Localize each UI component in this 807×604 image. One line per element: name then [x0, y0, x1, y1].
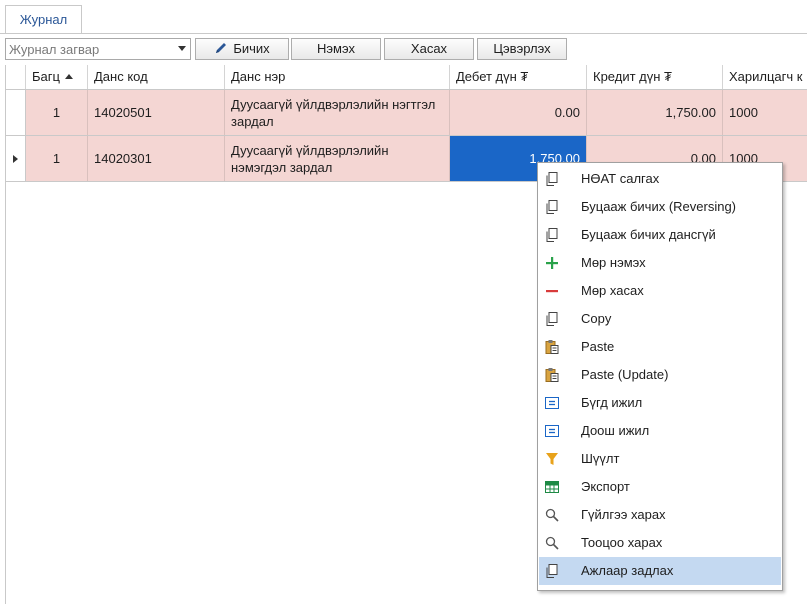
column-header-account-name[interactable]: Данс нэр: [225, 65, 450, 89]
menu-item-label: Мөр нэмэх: [581, 255, 646, 270]
menu-item-all-same[interactable]: Бүгд ижил: [539, 389, 781, 417]
copy-icon: [546, 172, 558, 186]
cell-partner[interactable]: 1000: [723, 90, 807, 135]
menu-item-label: Доош ижил: [581, 423, 650, 438]
menu-item-label: НӨАТ салгах: [581, 171, 660, 186]
menu-item-label: Гүйлгээ харах: [581, 507, 666, 522]
menu-item-copy[interactable]: Copy: [539, 305, 781, 333]
column-header-batch-label: Багц: [32, 69, 60, 84]
plus-icon: [546, 257, 558, 269]
menu-item-label: Paste: [581, 339, 615, 354]
current-row-arrow-icon: [12, 154, 18, 163]
menu-item-reversing-no-account[interactable]: Буцааж бичих дансгүй: [539, 221, 781, 249]
menu-item-add-row[interactable]: Мөр нэмэх: [539, 249, 781, 277]
paste-icon: [545, 340, 559, 354]
menu-item-split-by-job[interactable]: Ажлаар задлах: [539, 557, 781, 585]
journal-template-combo[interactable]: Журнал загвар: [5, 38, 191, 60]
context-menu: НӨАТ салгах Буцааж бичих (Reversing) Буц…: [537, 162, 783, 591]
equal-icon: [545, 425, 559, 437]
cell-batch[interactable]: 1: [26, 90, 88, 135]
write-button-label: Бичих: [233, 41, 270, 56]
excel-icon: [545, 481, 559, 493]
menu-item-label: Ажлаар задлах: [581, 563, 674, 578]
menu-item-export[interactable]: Экспорт: [539, 473, 781, 501]
menu-item-view-settlement[interactable]: Тооцоо харах: [539, 529, 781, 557]
menu-item-label: Мөр хасах: [581, 283, 644, 298]
magnifier-icon: [545, 536, 559, 550]
header-indicator: [6, 65, 26, 89]
menu-item-filter[interactable]: Шүүлт: [539, 445, 781, 473]
menu-item-label: Copy: [581, 311, 612, 326]
row-indicator[interactable]: [6, 90, 26, 135]
menu-item-label: Тооцоо харах: [581, 535, 663, 550]
column-header-partner[interactable]: Харилцагч к: [723, 65, 807, 89]
menu-item-paste-update[interactable]: Paste (Update): [539, 361, 781, 389]
column-header-batch[interactable]: Багц: [26, 65, 88, 89]
minus-icon: [546, 290, 558, 293]
clear-button[interactable]: Цэвэрлэх: [477, 38, 567, 60]
menu-item-delete-row[interactable]: Мөр хасах: [539, 277, 781, 305]
menu-item-label: Буцааж бичих (Reversing): [581, 199, 736, 214]
copy-icon: [546, 228, 558, 242]
menu-item-paste[interactable]: Paste: [539, 333, 781, 361]
cell-credit[interactable]: 1,750.00: [587, 90, 723, 135]
cell-account-code[interactable]: 14020301: [88, 136, 225, 181]
filter-icon: [546, 453, 558, 465]
menu-item-label: Бүгд ижил: [581, 395, 643, 410]
write-button[interactable]: Бичих: [195, 38, 289, 60]
journal-template-placeholder: Журнал загвар: [9, 42, 100, 57]
magnifier-icon: [545, 508, 559, 522]
menu-item-split-vat[interactable]: НӨАТ салгах: [539, 165, 781, 193]
toolbar: Журнал загвар Бичих Нэмэх Хасах Цэвэрлэх: [0, 34, 807, 64]
column-header-account-code[interactable]: Данс код: [88, 65, 225, 89]
table-row[interactable]: 1 14020501 Дуусаагүй үйлдвэрлэлийн нэгтг…: [6, 90, 807, 136]
cell-debit[interactable]: 0.00: [450, 90, 587, 135]
column-header-debit[interactable]: Дебет дүн ₮: [450, 65, 587, 89]
copy-icon: [546, 564, 558, 578]
cell-account-name[interactable]: Дуусаагүй үйлдвэрлэлийн нэмэгдэл зардал: [225, 136, 450, 181]
equal-icon: [545, 397, 559, 409]
copy-icon: [546, 200, 558, 214]
cell-batch[interactable]: 1: [26, 136, 88, 181]
menu-item-view-transactions[interactable]: Гүйлгээ харах: [539, 501, 781, 529]
menu-item-same-down[interactable]: Доош ижил: [539, 417, 781, 445]
menu-item-label: Экспорт: [581, 479, 630, 494]
paste-icon: [545, 368, 559, 382]
tab-strip: Журнал: [0, 0, 807, 34]
menu-item-label: Шүүлт: [581, 451, 620, 466]
sort-ascending-icon: [64, 74, 73, 79]
cell-account-name[interactable]: Дуусаагүй үйлдвэрлэлийн нэгтгэл зардал: [225, 90, 450, 135]
column-header-credit[interactable]: Кредит дүн ₮: [587, 65, 723, 89]
menu-item-label: Paste (Update): [581, 367, 669, 382]
menu-item-reversing[interactable]: Буцааж бичих (Reversing): [539, 193, 781, 221]
row-indicator[interactable]: [6, 136, 26, 181]
cell-account-code[interactable]: 14020501: [88, 90, 225, 135]
copy-icon: [546, 312, 558, 326]
chevron-down-icon[interactable]: [178, 46, 186, 51]
menu-item-label: Буцааж бичих дансгүй: [581, 227, 716, 242]
grid-header: Багц Данс код Данс нэр Дебет дүн ₮ Креди…: [6, 65, 807, 90]
pencil-icon: [216, 43, 227, 53]
add-button[interactable]: Нэмэх: [291, 38, 381, 60]
delete-button[interactable]: Хасах: [384, 38, 474, 60]
tab-journal[interactable]: Журнал: [5, 5, 82, 33]
